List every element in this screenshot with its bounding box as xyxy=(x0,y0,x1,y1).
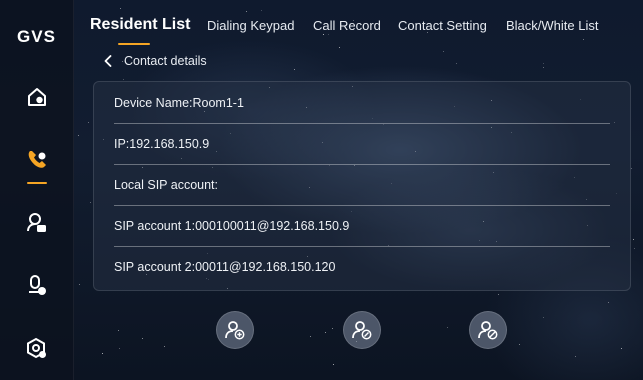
sidebar-item-monitor[interactable] xyxy=(19,205,55,241)
tab-call-record[interactable]: Call Record xyxy=(313,18,381,33)
star xyxy=(260,10,262,12)
sidebar-item-home[interactable] xyxy=(19,79,55,115)
star xyxy=(120,7,122,9)
star xyxy=(518,343,520,345)
edit-contact-button[interactable] xyxy=(343,311,381,349)
block-contact-icon xyxy=(478,321,498,340)
detail-text: SIP account 1:000100011@192.168.150.9 xyxy=(114,218,350,233)
star xyxy=(164,346,165,348)
tab-dialing-keypad[interactable]: Dialing Keypad xyxy=(207,18,294,33)
edit-contact-icon xyxy=(352,321,372,340)
star xyxy=(328,33,330,35)
star xyxy=(456,63,458,65)
star xyxy=(633,238,635,240)
add-contact-icon xyxy=(225,321,245,340)
star xyxy=(333,363,334,365)
detail-text: Device Name:Room1-1 xyxy=(114,95,244,110)
user-monitor-icon xyxy=(29,275,46,295)
tab-black-white-list[interactable]: Black/White List xyxy=(506,18,598,33)
app-logo: GVS xyxy=(17,27,56,46)
chevron-left-icon xyxy=(104,55,112,67)
star xyxy=(331,327,333,329)
settings-icon xyxy=(27,337,46,359)
tab-resident-list[interactable]: Resident List xyxy=(90,16,190,34)
contact-details-panel: Device Name:Room1-1 IP:192.168.150.9 Loc… xyxy=(93,81,631,291)
detail-text: IP:192.168.150.9 xyxy=(114,136,210,151)
back-label: Contact details xyxy=(124,54,207,68)
star xyxy=(582,39,584,41)
star xyxy=(630,167,632,169)
sidebar: GVS xyxy=(0,0,74,380)
star xyxy=(543,317,545,319)
detail-row-ip: IP:192.168.150.9 xyxy=(114,123,610,165)
back-button[interactable]: Contact details xyxy=(104,52,207,70)
star xyxy=(324,331,326,333)
sidebar-item-call[interactable] xyxy=(19,142,55,184)
star xyxy=(102,353,104,355)
add-contact-button[interactable] xyxy=(216,311,254,349)
star xyxy=(339,47,341,49)
star xyxy=(245,11,247,13)
star xyxy=(118,348,120,350)
star xyxy=(323,33,325,35)
detail-row-sip-1: SIP account 1:000100011@192.168.150.9 xyxy=(114,205,610,247)
star xyxy=(543,67,545,69)
detail-row-device-name: Device Name:Room1-1 xyxy=(114,82,610,124)
star xyxy=(447,326,449,328)
star xyxy=(543,63,545,65)
home-icon xyxy=(28,88,46,106)
star xyxy=(78,284,80,286)
detail-row-local-sip: Local SIP account: xyxy=(114,164,610,206)
star xyxy=(575,356,577,358)
tab-contact-setting[interactable]: Contact Setting xyxy=(398,18,487,33)
star xyxy=(87,121,89,123)
star xyxy=(633,247,635,249)
star xyxy=(90,201,92,203)
block-contact-button[interactable] xyxy=(469,311,507,349)
star xyxy=(498,294,500,296)
sidebar-item-intercom[interactable] xyxy=(19,268,55,304)
star xyxy=(608,301,610,303)
detail-row-sip-2: SIP account 2:00011@192.168.150.120 xyxy=(114,246,610,287)
phone-icon xyxy=(28,151,46,168)
active-tab-indicator xyxy=(118,43,150,45)
star xyxy=(118,330,120,332)
detail-text: SIP account 2:00011@192.168.150.120 xyxy=(114,259,336,274)
detail-text: Local SIP account: xyxy=(114,177,219,192)
user-camera-icon xyxy=(27,213,46,232)
star xyxy=(621,348,623,350)
sidebar-item-settings[interactable] xyxy=(19,331,55,367)
star xyxy=(309,336,311,338)
star xyxy=(122,79,124,81)
star xyxy=(293,69,295,71)
star xyxy=(77,135,79,137)
star xyxy=(442,51,444,53)
star xyxy=(141,338,143,340)
